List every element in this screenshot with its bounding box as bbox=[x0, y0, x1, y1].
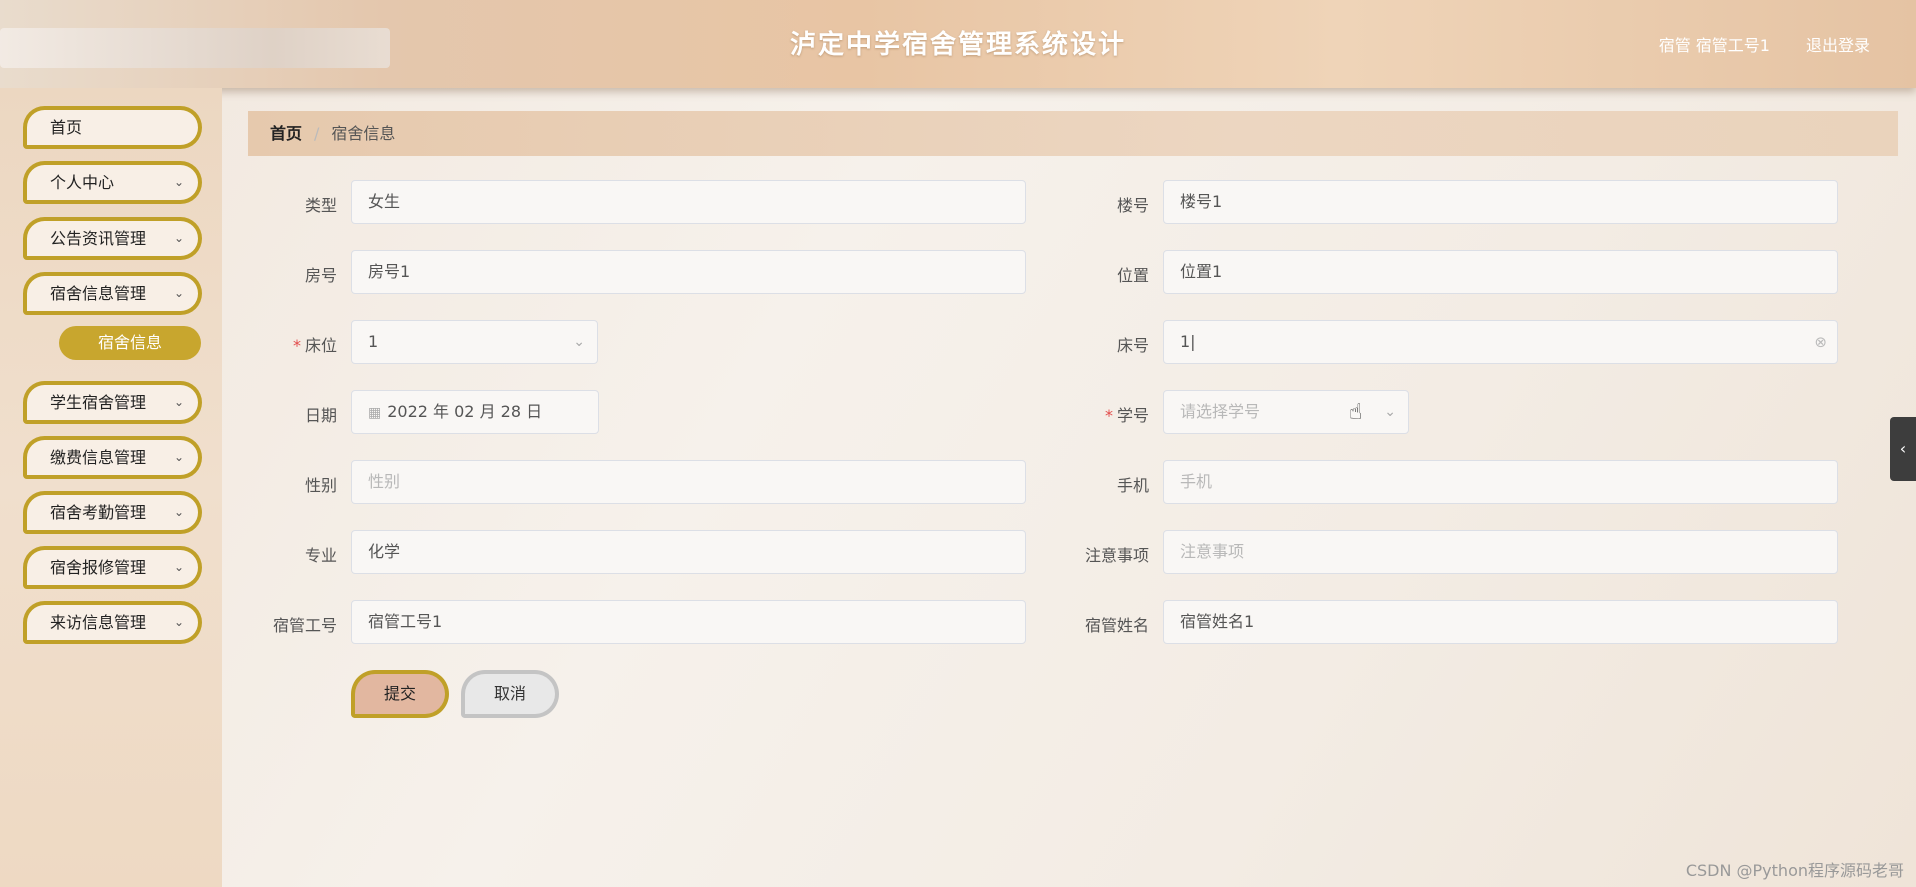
chevron-down-icon: ⌄ bbox=[173, 231, 184, 245]
warden-id-label: 宿管工号 bbox=[272, 616, 337, 635]
building-field[interactable]: 楼号1 bbox=[1163, 180, 1838, 224]
bed-select[interactable]: 1 ⌄ bbox=[351, 320, 598, 364]
watermark: CSDN @Python程序源码老哥 bbox=[1685, 861, 1904, 880]
sidebar-item-label: 宿舍信息管理 bbox=[50, 284, 147, 303]
warden-name-field[interactable]: 宿管姓名1 bbox=[1163, 600, 1838, 644]
chevron-down-icon: ⌄ bbox=[573, 334, 585, 350]
user-info: 宿管 宿管工号1 bbox=[1658, 36, 1770, 55]
sidebar-item-personal-center[interactable]: 个人中心 ⌄ bbox=[23, 161, 202, 204]
phone-field[interactable]: 手机 bbox=[1163, 460, 1838, 504]
sidebar-item-label: 学生宿舍管理 bbox=[50, 393, 147, 412]
sidebar-item-label: 宿舍报修管理 bbox=[50, 558, 147, 577]
sidebar bbox=[0, 88, 222, 887]
header-bar: 泸定中学宿舍管理系统设计 宿管 宿管工号1 退出登录 bbox=[0, 0, 1916, 88]
chevron-down-icon: ⌄ bbox=[173, 395, 184, 409]
student-id-label-text: 学号 bbox=[1116, 406, 1149, 425]
sidebar-item-label: 公告资讯管理 bbox=[50, 229, 147, 248]
type-field[interactable]: 女生 bbox=[351, 180, 1026, 224]
room-field[interactable]: 房号1 bbox=[351, 250, 1026, 294]
chevron-down-icon: ⌄ bbox=[173, 286, 184, 300]
location-field[interactable]: 位置1 bbox=[1163, 250, 1838, 294]
chevron-down-icon: ⌄ bbox=[173, 450, 184, 464]
calendar-icon: ▦ bbox=[368, 405, 382, 421]
logout-link[interactable]: 退出登录 bbox=[1806, 32, 1870, 56]
warden-name-label: 宿管姓名 bbox=[1084, 616, 1149, 635]
bed-label-text: 床位 bbox=[304, 336, 337, 355]
chevron-down-icon: ⌄ bbox=[173, 560, 184, 574]
submit-button[interactable]: 提交 bbox=[351, 670, 449, 718]
student-id-select[interactable]: 请选择学号 ⌄ bbox=[1163, 390, 1409, 434]
location-label: 位置 bbox=[1116, 266, 1149, 285]
major-label: 专业 bbox=[304, 546, 337, 565]
sidebar-subitem-dorm-info[interactable]: 宿舍信息 bbox=[59, 326, 201, 360]
bed-select-value: 1 bbox=[368, 332, 379, 351]
sidebar-item-visitor-mgmt[interactable]: 来访信息管理 ⌄ bbox=[23, 601, 202, 644]
circle-close-icon[interactable]: ⊗ bbox=[1814, 321, 1827, 363]
type-label: 类型 bbox=[304, 196, 337, 215]
required-mark: * bbox=[292, 336, 301, 355]
breadcrumb-current: 宿舍信息 bbox=[331, 124, 396, 143]
chevron-left-icon[interactable]: ‹ bbox=[1890, 417, 1916, 481]
date-value: 2022 年 02 月 28 日 bbox=[387, 402, 543, 421]
required-mark: * bbox=[1104, 406, 1113, 425]
chevron-down-icon: ⌄ bbox=[1384, 404, 1396, 420]
sidebar-item-label: 缴费信息管理 bbox=[50, 448, 147, 467]
sidebar-item-home[interactable]: 首页 bbox=[23, 106, 202, 149]
notes-field[interactable]: 注意事项 bbox=[1163, 530, 1838, 574]
sidebar-item-payment-mgmt[interactable]: 缴费信息管理 ⌄ bbox=[23, 436, 202, 479]
gender-label: 性别 bbox=[304, 476, 337, 495]
student-id-placeholder: 请选择学号 bbox=[1180, 402, 1261, 421]
warden-id-field[interactable]: 宿管工号1 bbox=[351, 600, 1026, 644]
bed-label: * 床位 bbox=[217, 332, 337, 356]
cancel-button[interactable]: 取消 bbox=[461, 670, 559, 718]
sidebar-item-label: 宿舍考勤管理 bbox=[50, 503, 147, 522]
sidebar-item-label: 个人中心 bbox=[50, 173, 115, 192]
sidebar-item-label: 来访信息管理 bbox=[50, 613, 147, 632]
bed-no-label: 床号 bbox=[1116, 336, 1149, 355]
page-title: 泸定中学宿舍管理系统设计 bbox=[789, 30, 1126, 60]
notes-label: 注意事项 bbox=[1084, 546, 1149, 565]
bed-no-field[interactable]: 1| ⊗ bbox=[1163, 320, 1838, 364]
hand-pointer-icon: ☝ bbox=[1349, 400, 1363, 425]
sidebar-item-student-dorm-mgmt[interactable]: 学生宿舍管理 ⌄ bbox=[23, 381, 202, 424]
phone-label: 手机 bbox=[1116, 476, 1149, 495]
sidebar-item-attendance-mgmt[interactable]: 宿舍考勤管理 ⌄ bbox=[23, 491, 202, 534]
bed-no-value: 1| bbox=[1180, 332, 1196, 351]
date-picker[interactable]: ▦ 2022 年 02 月 28 日 bbox=[351, 390, 599, 434]
building-label: 楼号 bbox=[1116, 196, 1149, 215]
sidebar-item-announcements[interactable]: 公告资讯管理 ⌄ bbox=[23, 217, 202, 260]
breadcrumb: 首页 / 宿舍信息 bbox=[248, 111, 1898, 156]
date-label: 日期 bbox=[304, 406, 337, 425]
chevron-down-icon: ⌄ bbox=[173, 615, 184, 629]
breadcrumb-home[interactable]: 首页 bbox=[270, 124, 302, 143]
student-id-label: * 学号 bbox=[1029, 402, 1149, 426]
chevron-down-icon: ⌄ bbox=[173, 505, 184, 519]
sidebar-item-repair-mgmt[interactable]: 宿舍报修管理 ⌄ bbox=[23, 546, 202, 589]
room-label: 房号 bbox=[304, 266, 337, 285]
sidebar-item-label: 首页 bbox=[50, 118, 83, 137]
gender-field[interactable]: 性别 bbox=[351, 460, 1026, 504]
breadcrumb-separator: / bbox=[314, 124, 320, 143]
sidebar-item-dorm-info-mgmt[interactable]: 宿舍信息管理 ⌄ bbox=[23, 272, 202, 315]
chevron-down-icon: ⌄ bbox=[173, 175, 184, 189]
major-field[interactable]: 化学 bbox=[351, 530, 1026, 574]
